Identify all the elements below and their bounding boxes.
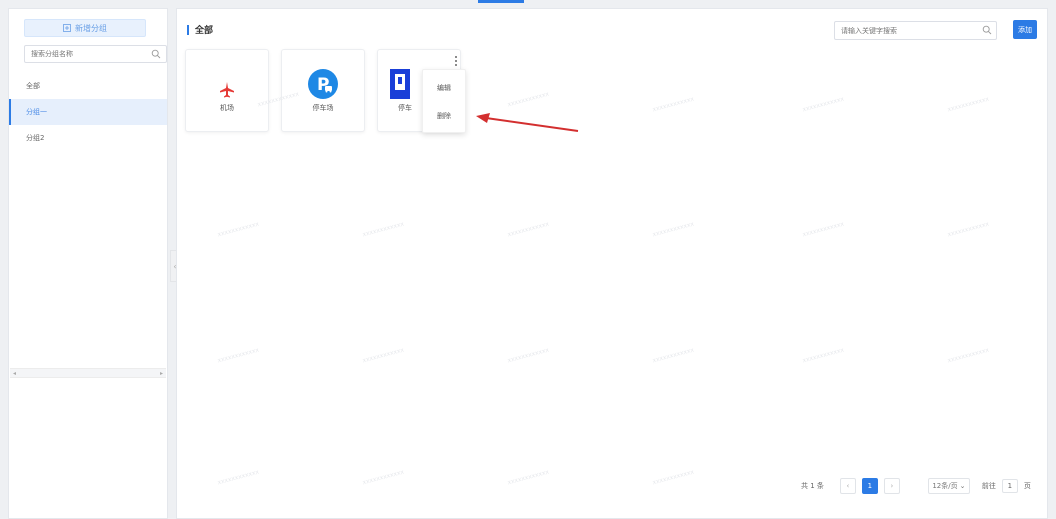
group-search-input[interactable]: [25, 46, 143, 62]
page-title-bar: 全部: [187, 23, 213, 36]
watermark: xxxxxxxxxxxx: [506, 346, 550, 365]
watermark: xxxxxxxxxxxx: [216, 220, 260, 239]
icon-card-parking-lot[interactable]: P 停车场: [281, 49, 365, 132]
chevron-right-icon: ›: [890, 482, 894, 490]
watermark: xxxxxxxxxxxx: [361, 346, 405, 365]
watermark: xxxxxxxxxxxx: [651, 468, 695, 487]
sidebar-horizontal-scrollbar[interactable]: ◂ ▸: [10, 368, 166, 378]
add-group-button[interactable]: 新增分组: [24, 19, 146, 37]
group-item-label: 分组一: [26, 108, 47, 116]
card-label: 停车场: [312, 103, 334, 112]
watermark: xxxxxxxxxxxx: [946, 95, 990, 114]
icon-card-airport[interactable]: 机场: [185, 49, 269, 132]
page-number-button[interactable]: 1: [861, 478, 878, 494]
watermark: xxxxxxxxxxxx: [801, 346, 845, 365]
more-options-icon[interactable]: [453, 55, 459, 67]
watermark: xxxxxxxxxxxx: [651, 95, 695, 114]
watermark: xxxxxxxxxxxx: [651, 220, 695, 239]
scroll-right-arrow-icon[interactable]: ▸: [160, 370, 163, 377]
add-group-label: 新增分组: [75, 23, 107, 33]
watermark: xxxxxxxxxxxx: [506, 468, 550, 487]
group-item-label: 分组2: [26, 134, 45, 142]
parking-icon: P: [308, 68, 338, 99]
pagination: 共 1 条 ‹ 1 › 12条/页 ⌄ 前往 页: [801, 478, 1031, 494]
watermark: xxxxxxxxxxxx: [946, 346, 990, 365]
group-item-label: 全部: [26, 82, 40, 90]
jump-page-suffix: 页: [1023, 482, 1031, 490]
group-list: 全部 分组一 分组2: [9, 73, 167, 151]
page-size-value: 12条/页: [932, 482, 958, 490]
edit-menu-item[interactable]: 编辑: [423, 75, 465, 101]
airplane-icon: [220, 81, 234, 97]
card-label: 停车: [398, 103, 412, 112]
watermark: xxxxxxxxxxxx: [216, 468, 260, 487]
svg-text:P: P: [317, 75, 329, 95]
page-size-select[interactable]: 12条/页 ⌄: [927, 478, 970, 494]
search-icon[interactable]: [151, 49, 161, 62]
next-page-button[interactable]: ›: [883, 478, 900, 494]
group-search-box: [24, 45, 167, 63]
watermark: xxxxxxxxxxxx: [361, 468, 405, 487]
watermark: xxxxxxxxxxxx: [801, 220, 845, 239]
add-group-icon: [63, 24, 71, 32]
parking-sign-icon: [390, 68, 410, 99]
main-search-box: [834, 21, 997, 40]
add-button[interactable]: 添加: [1013, 20, 1037, 39]
card-context-menu: 编辑 删除: [422, 69, 466, 133]
main-search-input[interactable]: [835, 22, 975, 39]
watermark: xxxxxxxxxxxx: [801, 95, 845, 114]
group-item-group-1[interactable]: 分组一: [9, 99, 167, 125]
title-accent-bar: [187, 24, 189, 35]
watermark: xxxxxxxxxxxx: [506, 90, 550, 109]
main-panel: 全部 添加 机场 P 停车场: [176, 8, 1048, 519]
card-label: 机场: [220, 103, 234, 112]
watermark: xxxxxxxxxxxx: [506, 220, 550, 239]
page-title: 全部: [195, 26, 214, 36]
chevron-left-icon: ‹: [846, 482, 850, 490]
watermark: xxxxxxxxxxxx: [651, 346, 695, 365]
jump-page-input[interactable]: [1001, 479, 1018, 493]
watermark: xxxxxxxxxxxx: [946, 220, 990, 239]
chevron-down-icon: ⌄: [959, 482, 966, 490]
group-sidebar: 新增分组 全部 分组一 分组2 ◂ ▸: [8, 8, 168, 519]
delete-menu-item[interactable]: 删除: [423, 103, 465, 129]
group-item-group-2[interactable]: 分组2: [9, 125, 167, 151]
watermark: xxxxxxxxxxxx: [361, 220, 405, 239]
search-icon[interactable]: [982, 25, 992, 38]
jump-label: 前往: [981, 482, 996, 490]
watermark: xxxxxxxxxxxx: [216, 346, 260, 365]
scroll-left-arrow-icon[interactable]: ◂: [13, 370, 16, 377]
pagination-total: 共 1 条: [801, 482, 824, 490]
prev-page-button[interactable]: ‹: [839, 478, 856, 494]
group-item-all[interactable]: 全部: [9, 73, 167, 99]
top-accent-bar: [478, 0, 524, 3]
